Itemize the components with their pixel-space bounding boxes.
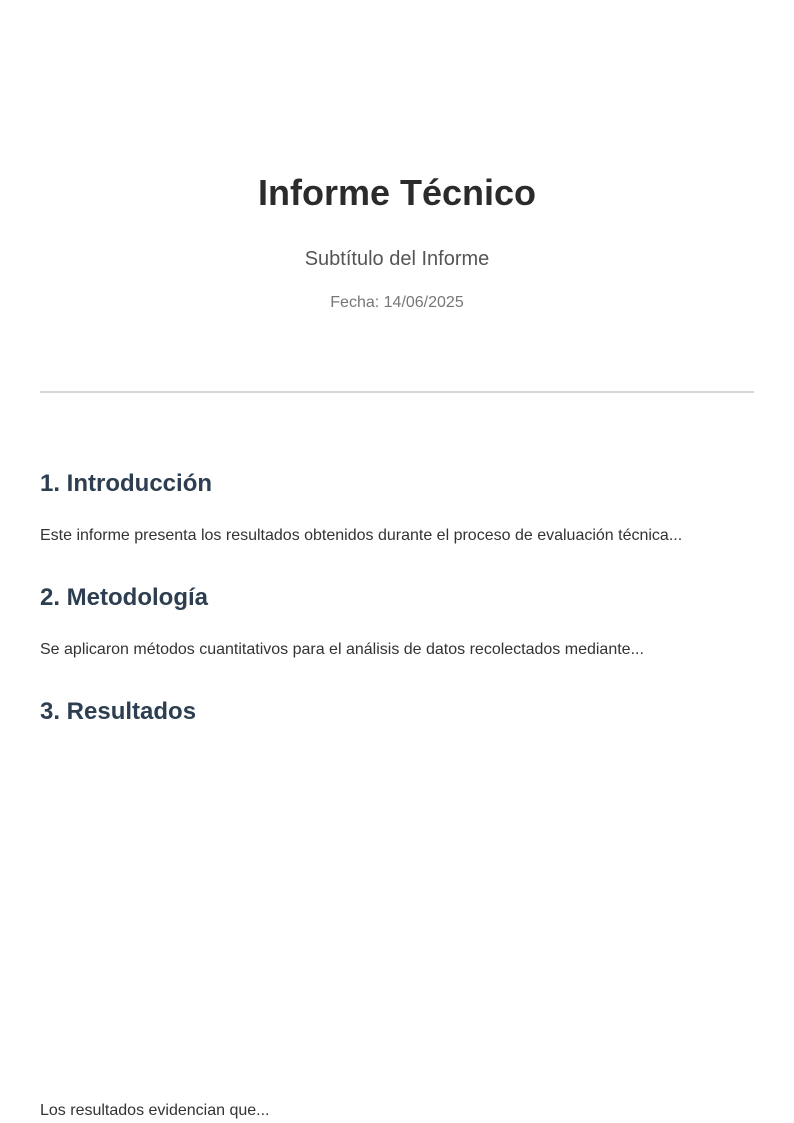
document-date: Fecha: 14/06/2025 xyxy=(330,294,464,311)
section-body-metodologia: Se aplicaron métodos cuantitativos para … xyxy=(40,641,644,658)
section-heading-resultados: 3. Resultados xyxy=(40,698,197,725)
results-content-area xyxy=(40,740,754,1090)
section-body-resultados: Los resultados evidencian que... xyxy=(40,1102,270,1119)
section-heading-introduccion: 1. Introducción xyxy=(40,470,213,497)
document-subtitle: Subtítulo del Informe xyxy=(304,248,490,270)
section-body-introduccion: Este informe presenta los resultados obt… xyxy=(40,527,683,544)
section-heading-metodologia: 2. Metodología xyxy=(40,584,208,611)
document-title: Informe Técnico xyxy=(257,172,537,213)
cover-divider xyxy=(40,391,754,393)
